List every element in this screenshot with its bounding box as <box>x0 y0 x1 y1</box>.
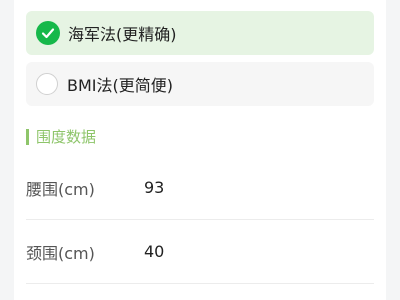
waist-input[interactable]: 93 <box>144 178 164 197</box>
option-label: 海军法(更精确) <box>68 25 177 44</box>
neck-label: 颈围(cm) <box>26 243 95 263</box>
waist-row[interactable]: 腰围(cm) 93 <box>26 156 374 220</box>
waist-label: 腰围(cm) <box>26 179 95 199</box>
checkmark-icon <box>36 21 60 45</box>
section-title: 围度数据 <box>26 126 96 147</box>
option-label: BMI法(更简便) <box>67 76 173 95</box>
neck-input[interactable]: 40 <box>144 242 164 261</box>
section-title-text: 围度数据 <box>36 128 97 146</box>
option-navy-method[interactable]: 海军法(更精确) <box>26 11 374 55</box>
section-accent-bar <box>26 128 29 145</box>
radio-empty-icon <box>36 73 58 95</box>
option-bmi-method[interactable]: BMI法(更简便) <box>26 62 374 106</box>
form-card: 海军法(更精确) BMI法(更简便) 围度数据 腰围(cm) 93 颈围(cm)… <box>14 0 386 300</box>
neck-row[interactable]: 颈围(cm) 40 <box>26 220 374 284</box>
